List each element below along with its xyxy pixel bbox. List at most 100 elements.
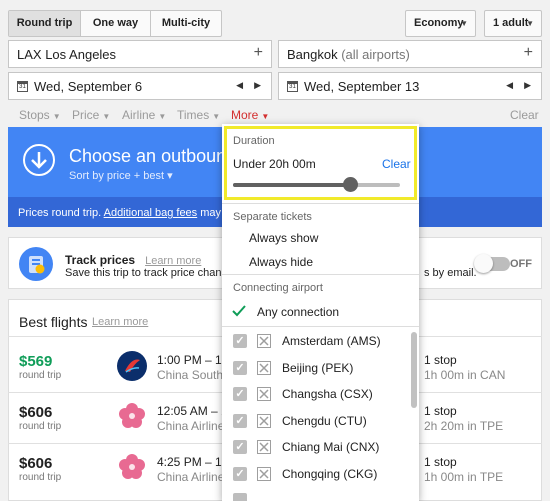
best-learn-more-link[interactable]: Learn more [92,316,148,328]
flight-airline: China Southe [157,368,230,382]
exclude-airport-icon[interactable] [257,466,271,481]
airport-checkbox[interactable]: ✓ [233,334,247,348]
filter-stops[interactable]: Stops ▼ [19,108,61,122]
highlight-box [224,126,417,200]
bag-fees-link[interactable]: Additional bag fees [104,207,198,219]
flight-price-sub: round trip [19,370,62,381]
next-date-icon[interactable]: ▶ [524,80,531,91]
calendar-icon: 31 [287,81,298,92]
previous-date-icon[interactable]: ◀ [236,80,243,91]
toggle-state-label: OFF [510,258,532,270]
banner-note: Prices round trip. Additional bag fees m… [18,207,231,219]
track-prices-text: Save this trip to track price chang [65,267,228,279]
depart-date-value: Wed, September 6 [34,79,143,94]
sort-dropdown[interactable]: Sort by price + best ▾ [69,169,173,182]
airport-checkbox[interactable]: ✓ [233,360,247,375]
flight-times: 1:00 PM – 10: [157,353,232,367]
airline-logo-icon [117,351,147,381]
best-flights-title: Best flights [19,314,88,330]
airport-checkbox[interactable]: ✓ [233,413,247,428]
return-date-field[interactable]: 31 Wed, September 13 ◀ ▶ [278,72,542,100]
caret-down-icon: ▼ [158,112,167,121]
filter-more[interactable]: More ▼ [231,108,269,122]
airport-option[interactable]: Changsha (CSX) [282,387,373,401]
clear-filters-button[interactable]: Clear [510,108,539,122]
flight-price[interactable]: $606 [19,404,52,421]
passengers-label: 1 adult [493,17,529,29]
caret-down-icon: ▼ [212,112,221,121]
airport-option[interactable]: Amsterdam (AMS) [282,334,381,348]
trip-type-multi-city[interactable]: Multi-city [151,11,221,36]
track-prices-title: Track prices Learn more [65,253,202,267]
origin-value: LAX Los Angeles [17,47,117,62]
origin-field[interactable]: LAX Los Angeles + [8,40,272,68]
flight-layover: 1h 00m in CAN [424,368,506,382]
trip-type-selector: Round trip One way Multi-city [8,10,222,37]
flight-stops: 1 stop [424,455,457,469]
destination-field[interactable]: Bangkok (all airports) + [278,40,542,68]
separate-always-show[interactable]: Always show [249,231,318,245]
cabin-dropdown[interactable]: Economy ▼ [405,10,476,37]
plum-blossom-logo-icon [117,401,147,431]
next-date-icon[interactable]: ▶ [254,80,261,91]
trip-type-one-way[interactable]: One way [81,11,151,36]
connecting-airport-label: Connecting airport [233,282,323,294]
airport-checkbox[interactable]: ✓ [233,387,247,401]
exclude-airport-icon[interactable] [257,334,271,348]
flight-price[interactable]: $569 [19,353,52,370]
track-learn-more-link[interactable]: Learn more [145,255,201,267]
passengers-dropdown[interactable]: 1 adult ▼ [484,10,542,37]
flight-times: 4:25 PM – 12: [157,455,232,469]
previous-date-icon[interactable]: ◀ [506,80,513,91]
airport-option[interactable]: Chiang Mai (CNX) [282,440,379,454]
track-prices-text-end: s by email. [424,267,477,279]
separate-tickets-label: Separate tickets [233,211,312,223]
airport-checkbox[interactable]: ✓ [233,440,247,454]
filter-times[interactable]: Times ▼ [177,108,220,122]
plum-blossom-logo-icon [117,452,147,482]
flight-layover: 1h 00m in TPE [424,470,504,484]
filter-price[interactable]: Price ▼ [72,108,110,122]
exclude-airport-icon[interactable] [257,360,271,375]
add-origin-icon[interactable]: + [254,44,263,62]
flight-stops: 1 stop [424,353,457,367]
flight-airline: China Airlines [157,419,231,433]
cabin-label: Economy [414,17,464,29]
flight-price-sub: round trip [19,421,62,432]
divider [222,274,419,275]
add-destination-icon[interactable]: + [524,44,533,62]
flight-airline: China Airlines [157,470,231,484]
any-connection-option[interactable]: Any connection [257,305,339,319]
airport-option[interactable]: Chongqing (CKG) [282,467,377,481]
banner-title: Choose an outbound [69,146,237,166]
divider [222,326,419,327]
exclude-airport-icon[interactable] [257,413,271,428]
toggle-knob[interactable] [474,254,493,273]
price-tag-icon [19,247,53,281]
depart-date-field[interactable]: 31 Wed, September 6 ◀ ▶ [8,72,272,100]
check-icon [231,304,247,321]
trip-type-round-trip[interactable]: Round trip [9,11,81,36]
flight-price-sub: round trip [19,472,62,483]
airport-checkbox[interactable] [233,493,247,501]
destination-value: Bangkok (all airports) [287,47,410,62]
exclude-airport-icon[interactable] [257,387,271,401]
flight-price[interactable]: $606 [19,455,52,472]
separate-always-hide[interactable]: Always hide [249,255,313,269]
return-date-value: Wed, September 13 [304,79,420,94]
exclude-airport-icon[interactable] [257,440,271,454]
airport-option[interactable]: Chengdu (CTU) [282,414,367,428]
popup-scrollbar[interactable] [411,332,417,408]
divider [222,203,419,204]
calendar-icon: 31 [17,81,28,92]
caret-down-icon: ▼ [52,112,61,121]
caret-down-icon: ▼ [261,112,270,121]
airport-option[interactable]: Beijing (PEK) [282,361,353,375]
chevron-down-icon: ▼ [460,19,468,28]
airport-checkbox[interactable]: ✓ [233,466,247,481]
caret-down-icon: ▼ [102,112,111,121]
chevron-down-icon: ▼ [526,19,534,28]
filter-airline[interactable]: Airline ▼ [122,108,166,122]
flight-stops: 1 stop [424,404,457,418]
flight-layover: 2h 20m in TPE [424,419,504,433]
